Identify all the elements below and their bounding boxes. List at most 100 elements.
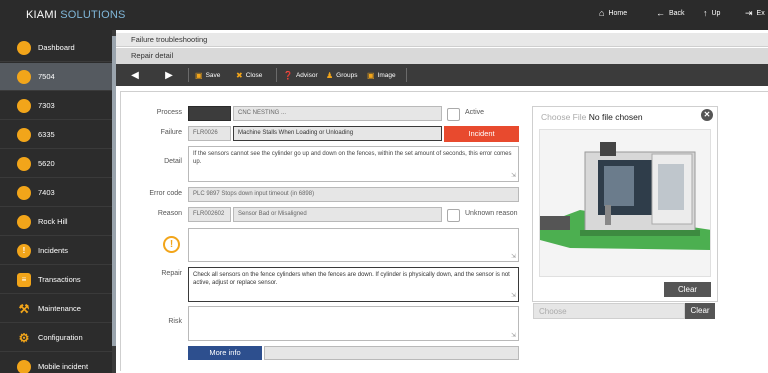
machine-icon bbox=[17, 156, 31, 171]
up-link[interactable]: ↑ Up bbox=[703, 9, 720, 18]
advisor-button[interactable]: ❓ Advisor bbox=[283, 64, 318, 86]
image-label: Image bbox=[377, 71, 396, 79]
toolbar-divider bbox=[406, 68, 407, 82]
sidebar-item-incidents[interactable]: ! Incidents bbox=[0, 237, 116, 265]
advisor-label: Advisor bbox=[295, 71, 318, 79]
sidebar-item-maintenance[interactable]: ⚒ Maintenance bbox=[0, 295, 116, 323]
previous-button[interactable]: ◀ bbox=[124, 64, 146, 86]
sidebar-item-dashboard[interactable]: Dashboard bbox=[0, 34, 116, 62]
choose-field[interactable]: Choose bbox=[533, 303, 685, 319]
active-checkbox[interactable] bbox=[447, 108, 460, 121]
unknown-reason-checkbox[interactable] bbox=[447, 209, 460, 222]
sidebar-item-7504[interactable]: 7504 bbox=[0, 63, 116, 91]
resize-handle-icon[interactable]: ⇲ bbox=[511, 253, 516, 260]
repair-textarea[interactable]: Check all sensors on the fence cylinders… bbox=[188, 267, 519, 302]
home-link[interactable]: ⌂ Home bbox=[599, 9, 627, 18]
no-file-text: No file chosen bbox=[588, 112, 643, 122]
top-bar: KIAMI SOLUTIONS ⌂ Home ← Back ↑ Up ⇥ Ex bbox=[0, 0, 768, 30]
close-icon[interactable]: ✕ bbox=[701, 109, 713, 121]
reason-code-field[interactable]: FLR002602 bbox=[188, 207, 231, 222]
choose-file-button[interactable]: Choose File bbox=[541, 112, 586, 122]
brand-main: KIAMI bbox=[26, 9, 57, 21]
camera-icon: ▣ bbox=[367, 70, 375, 80]
up-label: Up bbox=[711, 10, 721, 17]
next-button[interactable]: ▶ bbox=[158, 64, 180, 86]
risk-textarea[interactable]: ⇲ bbox=[188, 306, 519, 341]
machine-icon bbox=[17, 127, 31, 142]
sidebar-item-configuration[interactable]: ⚙ Configuration bbox=[0, 324, 116, 352]
save-icon: ▣ bbox=[195, 70, 203, 80]
advisor-icon: ❓ bbox=[283, 70, 293, 80]
repair-label: Repair bbox=[161, 270, 182, 277]
toolbar-divider bbox=[188, 68, 189, 82]
close-button[interactable]: ✖ Close bbox=[236, 64, 262, 86]
back-icon: ← bbox=[656, 8, 665, 18]
alert-icon: ! bbox=[17, 243, 31, 258]
resize-handle-icon[interactable]: ⇲ bbox=[511, 332, 516, 339]
back-label: Back bbox=[669, 10, 685, 17]
active-label: Active bbox=[465, 109, 485, 116]
process-label: Process bbox=[156, 109, 182, 116]
groups-button[interactable]: ♟ Groups bbox=[326, 64, 358, 86]
arrow-right-icon: ▶ bbox=[165, 69, 173, 81]
resize-handle-icon[interactable]: ⇲ bbox=[511, 292, 516, 300]
groups-label: Groups bbox=[336, 71, 358, 79]
sidebar-item-label: 5620 bbox=[38, 159, 55, 168]
sidebar-item-label: Incidents bbox=[38, 246, 69, 255]
repair-text: Check all sensors on the fence cylinders… bbox=[193, 272, 510, 286]
sidebar-item-rock-hill[interactable]: Rock Hill bbox=[0, 208, 116, 236]
sidebar-item-mobile-incident[interactable]: Mobile incident bbox=[0, 353, 116, 373]
failure-code-field[interactable]: FLR0026 bbox=[188, 126, 231, 141]
exit-icon: ⇥ bbox=[745, 8, 753, 18]
cnc-machine-illustration bbox=[540, 130, 710, 276]
transactions-icon: ≡ bbox=[17, 272, 31, 287]
detail-textarea[interactable]: If the sensors cannot see the cylinder g… bbox=[188, 146, 519, 182]
up-icon: ↑ bbox=[703, 8, 708, 18]
more-info-button[interactable]: More info bbox=[188, 346, 262, 360]
advisor-textarea[interactable]: ⇲ bbox=[188, 228, 519, 262]
sidebar-item-transactions[interactable]: ≡ Transactions bbox=[0, 266, 116, 294]
resize-handle-icon[interactable]: ⇲ bbox=[511, 172, 516, 180]
more-info-field[interactable] bbox=[264, 346, 519, 360]
process-field[interactable]: CNC NESTING ... bbox=[233, 106, 442, 121]
wrench-icon: ⚒ bbox=[18, 301, 30, 316]
home-label: Home bbox=[608, 10, 628, 17]
location-icon bbox=[17, 214, 31, 229]
dashboard-icon bbox=[17, 40, 31, 55]
lightbulb-icon: ! bbox=[163, 236, 180, 253]
breadcrumb-level-2: Repair detail bbox=[116, 48, 768, 64]
process-color-swatch[interactable] bbox=[188, 106, 231, 121]
clear-image-button[interactable]: Clear bbox=[664, 282, 711, 297]
sidebar-item-7403[interactable]: 7403 bbox=[0, 179, 116, 207]
brand-logo[interactable]: KIAMI SOLUTIONS bbox=[26, 9, 126, 21]
sidebar-item-label: Mobile incident bbox=[38, 362, 89, 371]
close-label: Close bbox=[245, 71, 263, 79]
sidebar-item-label: Maintenance bbox=[38, 304, 81, 313]
sidebar-item-label: Transactions bbox=[38, 275, 81, 284]
machine-icon bbox=[17, 185, 31, 200]
sidebar: Dashboard 7504 7303 6335 5620 7403 Rock … bbox=[0, 30, 116, 373]
save-button[interactable]: ▣ Save bbox=[195, 64, 220, 86]
arrow-left-icon: ◀ bbox=[131, 69, 139, 81]
toolbar: ◀ ▶ ▣ Save ✖ Close ❓ Advisor ♟ Groups ▣ … bbox=[116, 64, 768, 86]
exit-link[interactable]: ⇥ Ex bbox=[745, 9, 765, 18]
sidebar-item-label: Dashboard bbox=[38, 43, 75, 52]
reason-label: Reason bbox=[157, 210, 182, 217]
clear-choose-button[interactable]: Clear bbox=[685, 303, 715, 319]
detail-label: Detail bbox=[164, 158, 182, 165]
sidebar-item-5620[interactable]: 5620 bbox=[0, 150, 116, 178]
sidebar-item-label: 7504 bbox=[38, 72, 55, 81]
error-code-field[interactable]: PLC 9897 Stops down input timeout (in 68… bbox=[188, 187, 519, 202]
failure-description-field[interactable]: Machine Stalls When Loading or Unloading bbox=[233, 126, 442, 141]
machine-photo[interactable] bbox=[539, 129, 711, 277]
image-button[interactable]: ▣ Image bbox=[367, 64, 396, 86]
breadcrumb-level-1[interactable]: Failure troubleshooting bbox=[116, 33, 768, 47]
back-link[interactable]: ← Back bbox=[656, 9, 685, 18]
incident-button[interactable]: Incident bbox=[444, 126, 519, 142]
sidebar-item-7303[interactable]: 7303 bbox=[0, 92, 116, 120]
reason-description-field[interactable]: Sensor Bad or Misaligned bbox=[233, 207, 442, 222]
file-input[interactable]: Choose File No file chosen bbox=[541, 112, 643, 122]
risk-label: Risk bbox=[168, 318, 182, 325]
sidebar-item-6335[interactable]: 6335 bbox=[0, 121, 116, 149]
gears-icon: ⚙ bbox=[18, 330, 30, 345]
